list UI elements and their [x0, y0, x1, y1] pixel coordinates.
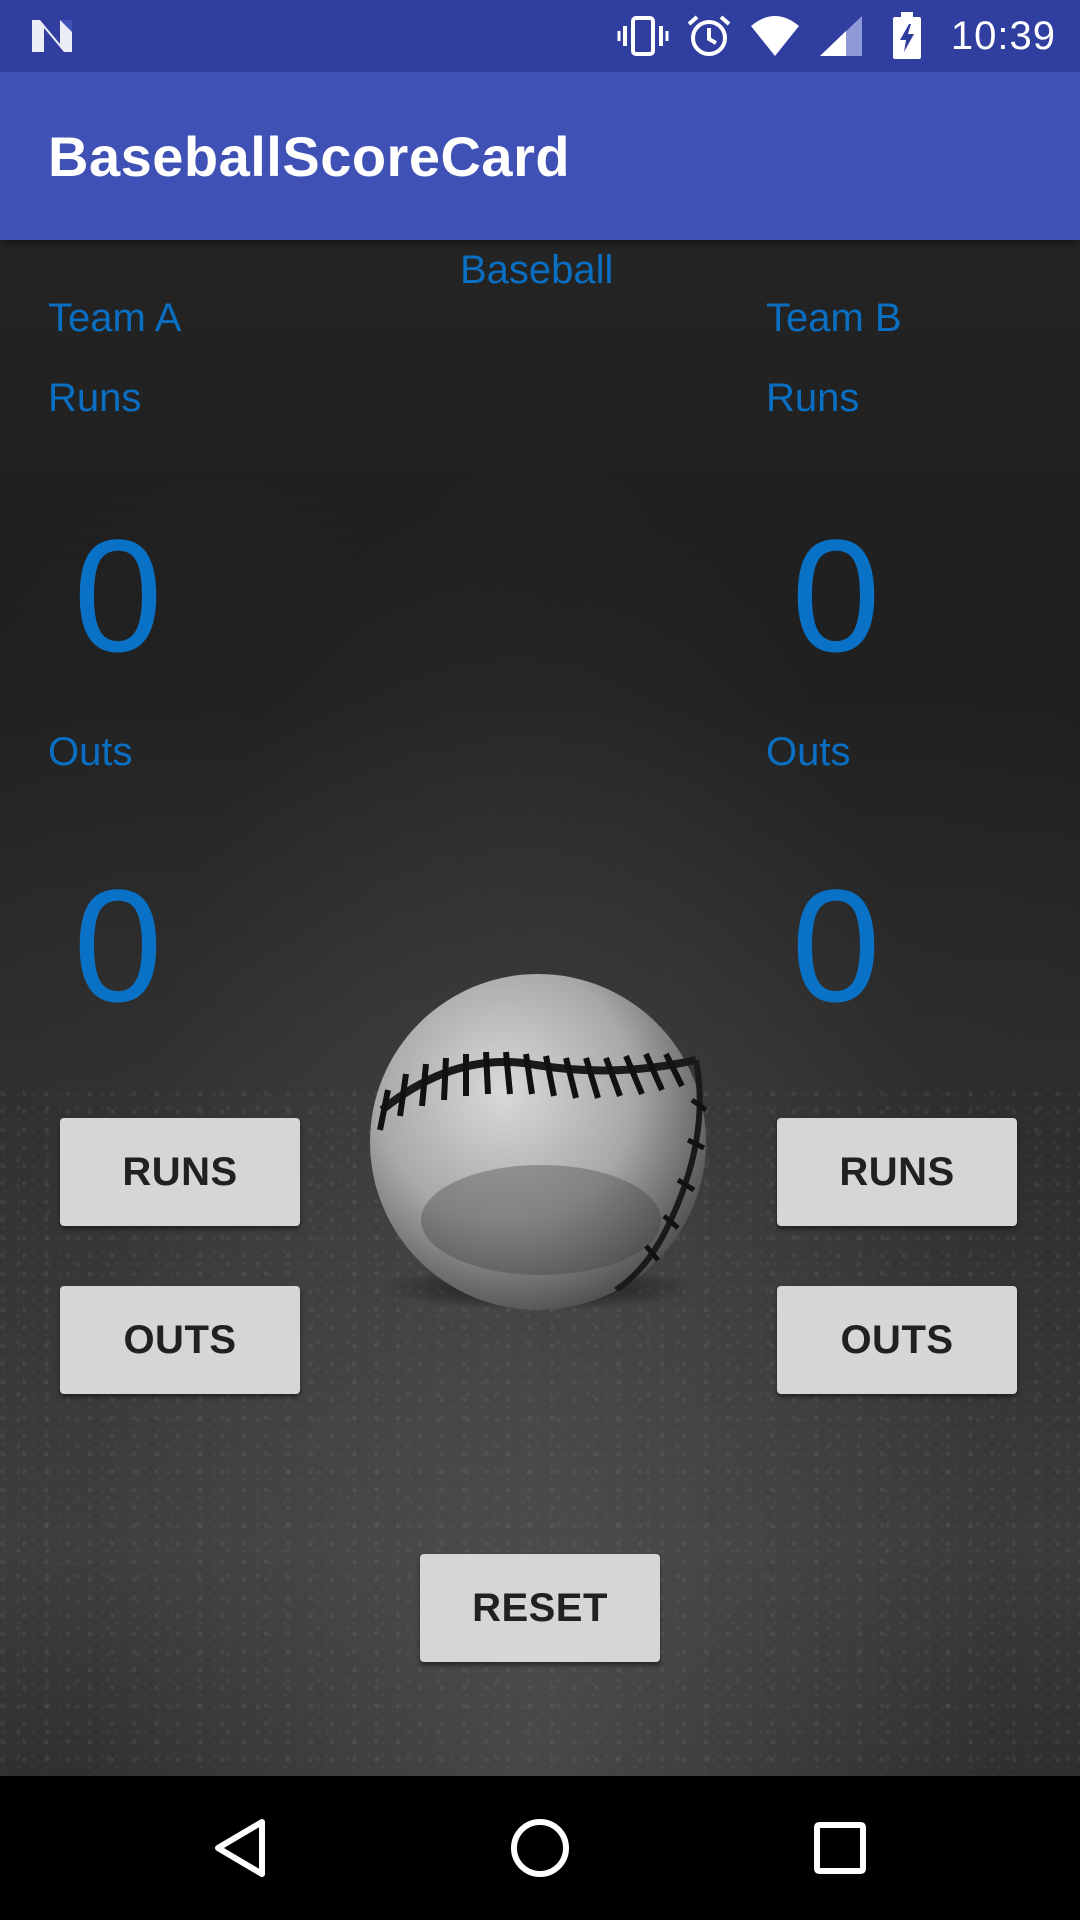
- vibrate-icon: [617, 14, 669, 58]
- reset-button[interactable]: RESET: [420, 1554, 660, 1662]
- team-b-outs-label: Outs: [766, 730, 851, 774]
- status-time: 10:39: [950, 13, 1056, 58]
- home-icon[interactable]: [504, 1812, 576, 1884]
- team-a-outs-value: 0: [73, 856, 163, 1035]
- team-a-outs-button[interactable]: OUTS: [60, 1286, 300, 1394]
- team-b-outs-value: 0: [791, 856, 881, 1035]
- team-a-runs-label: Runs: [48, 376, 142, 420]
- notification-n-icon: [30, 18, 74, 54]
- team-b-runs-value: 0: [791, 506, 881, 685]
- baseball-image: [370, 974, 708, 1310]
- scoreboard-content: Baseball Team A Runs 0 Outs 0 RUNS OUTS …: [0, 240, 1080, 1776]
- team-b-runs-label: Runs: [766, 376, 860, 420]
- wifi-icon: [749, 14, 801, 58]
- app-title: BaseballScoreCard: [48, 125, 571, 188]
- team-a-runs-value: 0: [73, 506, 163, 685]
- team-a-outs-label: Outs: [48, 730, 133, 774]
- status-icons: 10:39: [603, 0, 1056, 72]
- team-b-name: Team B: [766, 296, 902, 340]
- team-a-runs-button[interactable]: RUNS: [60, 1118, 300, 1226]
- status-bar: 10:39: [0, 0, 1080, 72]
- app-heading: Baseball: [460, 248, 614, 292]
- cellular-signal-icon: [815, 14, 867, 58]
- team-b-runs-button[interactable]: RUNS: [777, 1118, 1017, 1226]
- team-a-name: Team A: [48, 296, 182, 340]
- recents-icon[interactable]: [804, 1812, 876, 1884]
- back-icon[interactable]: [204, 1812, 276, 1884]
- navigation-bar: [0, 1776, 1080, 1920]
- battery-charging-icon: [881, 12, 933, 59]
- team-b-outs-button[interactable]: OUTS: [777, 1286, 1017, 1394]
- app-screen: 10:39 BaseballScoreCard Baseball Team A …: [0, 0, 1080, 1920]
- alarm-icon: [683, 14, 735, 58]
- action-bar: BaseballScoreCard: [0, 72, 1080, 240]
